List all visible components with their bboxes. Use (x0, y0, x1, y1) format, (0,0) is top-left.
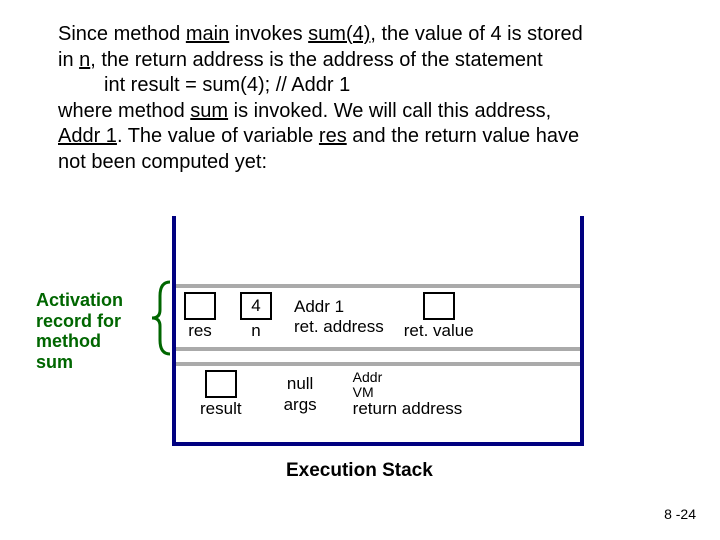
text: , the return address is the address of t… (90, 49, 542, 71)
retval-label: ret. value (404, 321, 474, 341)
result-label: result (200, 399, 242, 419)
text-res: res (319, 125, 347, 147)
text-main: main (186, 23, 229, 45)
addr1-value: Addr 1 (294, 297, 344, 317)
text-sum4: sum(4) (308, 23, 370, 45)
text: record for (36, 311, 121, 331)
text: is invoked. We will call this address, (228, 100, 551, 122)
code-line: int result = sum(4); // Addr 1 (104, 73, 668, 99)
explanation-text: Since method main invokes sum(4), the va… (58, 22, 668, 176)
text-addr1: Addr 1 (58, 125, 117, 147)
return-address-main: Addr VM return address (353, 370, 463, 419)
args-value: null (287, 374, 313, 394)
n-label: n (251, 321, 260, 341)
text-n: n (79, 49, 90, 71)
res-label: res (188, 321, 212, 341)
retval-box (423, 292, 455, 320)
var-res: res (184, 292, 216, 341)
execution-stack-diagram: res 4 n Addr 1 ret. address ret. value r… (172, 216, 584, 446)
text: Since method (58, 23, 186, 45)
page-number: 8 -24 (664, 506, 696, 522)
text: in (58, 49, 79, 71)
res-box (184, 292, 216, 320)
stack-border-right (580, 216, 584, 446)
text: Addr (353, 369, 383, 385)
var-args: null args (284, 374, 317, 415)
text: where method (58, 100, 190, 122)
text: sum (36, 352, 73, 372)
text: and the return value have (347, 125, 579, 147)
var-n: 4 n (240, 292, 272, 341)
var-result: result (200, 370, 242, 419)
text: . The value of variable (117, 125, 319, 147)
stack-border-bottom (172, 442, 584, 446)
return-address-label: return address (353, 399, 463, 419)
text: Activation (36, 290, 123, 310)
ret-address-label: ret. address (294, 317, 384, 337)
text: method (36, 331, 101, 351)
n-box: 4 (240, 292, 272, 320)
ret-value: ret. value (404, 292, 474, 341)
text: VM (353, 384, 374, 400)
brace-icon (150, 280, 174, 356)
ret-address: Addr 1 ret. address (294, 297, 384, 337)
addr-vm: Addr VM (353, 370, 383, 399)
text: invokes (229, 23, 308, 45)
activation-record-label: Activation record for method sum (36, 290, 146, 373)
frame-sum: res 4 n Addr 1 ret. address ret. value (176, 284, 580, 351)
text-sum: sum (190, 100, 228, 122)
text: , the value of 4 is stored (370, 23, 582, 45)
frame-main: result null args Addr VM return address (176, 362, 580, 425)
args-label: args (284, 395, 317, 415)
stack-caption: Execution Stack (286, 460, 433, 482)
text: not been computed yet: (58, 151, 267, 173)
result-box (205, 370, 237, 398)
